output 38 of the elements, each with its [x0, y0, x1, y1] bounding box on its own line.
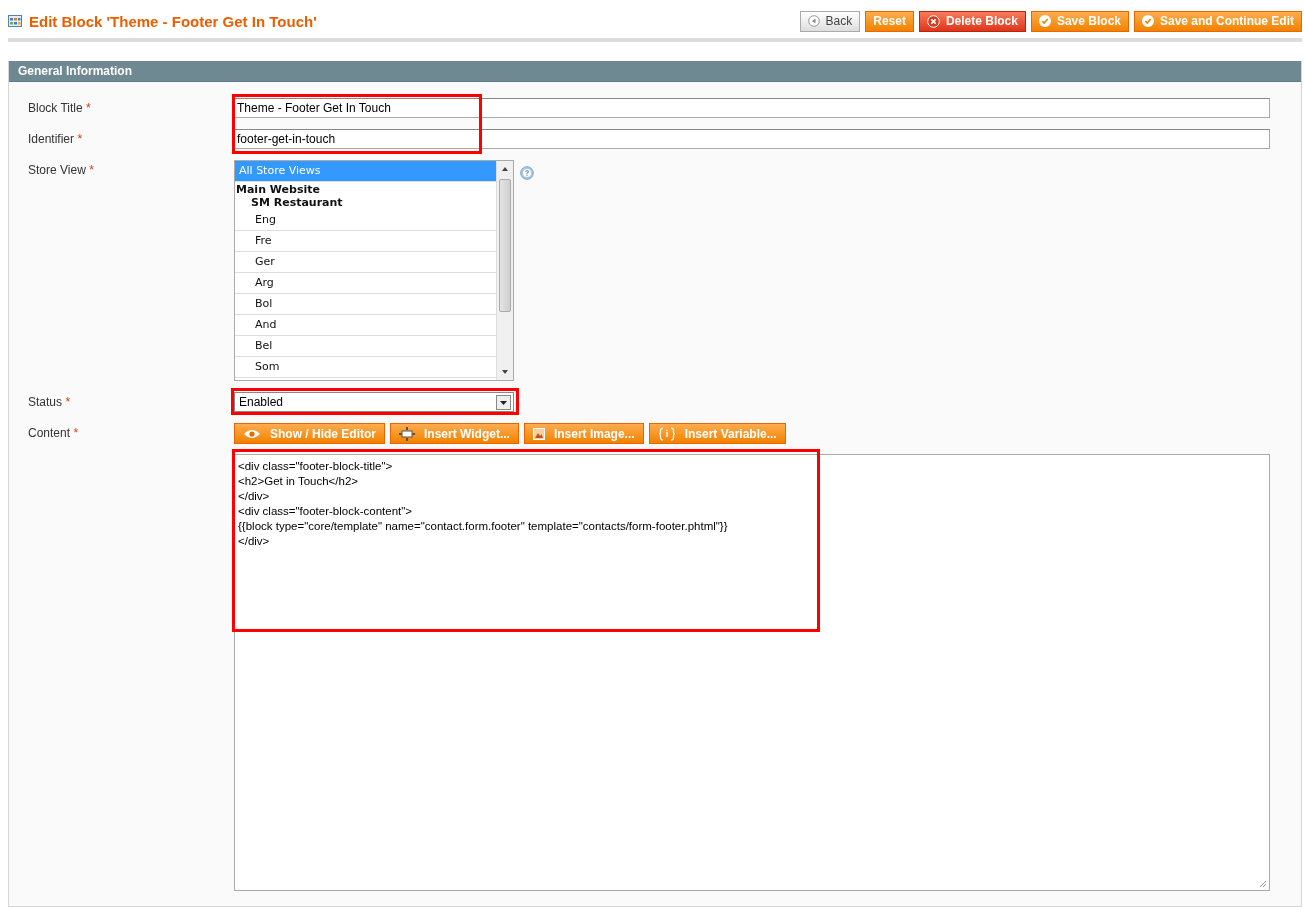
- store-view-option[interactable]: Bol: [235, 294, 496, 315]
- grid-icon: [8, 15, 22, 27]
- scrollbar[interactable]: [496, 161, 513, 380]
- field-label: Identifier: [28, 132, 75, 146]
- checkmark-icon: [1038, 15, 1051, 27]
- required-mark: *: [89, 163, 94, 177]
- store-view-option[interactable]: Som: [235, 357, 496, 378]
- cross-icon: [926, 14, 940, 28]
- store-view-option[interactable]: Arg: [235, 273, 496, 294]
- resize-grip-icon: [1259, 880, 1267, 888]
- field-label: Status: [28, 395, 63, 409]
- store-view-option[interactable]: And: [235, 315, 496, 336]
- required-mark: *: [77, 132, 83, 146]
- action-button[interactable]: Back: [799, 10, 861, 32]
- field-label: Store View: [28, 163, 86, 177]
- store-view-option[interactable]: Eng: [235, 210, 496, 231]
- store-view-option[interactable]: Main Website: [235, 182, 496, 196]
- image-icon: [532, 427, 545, 440]
- section-header: General Information: [9, 61, 1301, 82]
- eye-icon: [243, 428, 261, 439]
- store-view-option[interactable]: Ger: [235, 252, 496, 273]
- required-mark: *: [86, 101, 91, 115]
- checkmark-icon: [1142, 15, 1154, 27]
- identifier-field[interactable]: footer-get-in-touch: [234, 129, 1270, 149]
- store-view-option[interactable]: SM Restaurant: [235, 196, 496, 210]
- required-mark: *: [65, 395, 71, 409]
- field-label: Content: [28, 426, 71, 440]
- content-textarea[interactable]: <div class="footer-block-title"> <h2>Get in Touch</h2> </div> <div class="footer-block-content"> {{block type="core/template" name="contact.form.footer" template="contacts/form-footer.phtml"}} </div>: [234, 454, 1270, 891]
- store-view-list[interactable]: All Store Views Main Website SM Restaurant Eng Fre Ger Arg Bol And Bel Som: [234, 160, 514, 381]
- store-view-option[interactable]: Bel: [235, 336, 496, 357]
- braces-icon: [657, 426, 676, 441]
- widget-icon: [399, 426, 415, 441]
- field-label: Block Title: [28, 101, 83, 115]
- required-mark: *: [73, 426, 79, 440]
- block-title-field[interactable]: Theme - Footer Get In Touch: [234, 98, 1270, 118]
- store-view-option[interactable]: Fre: [235, 231, 496, 252]
- status-select[interactable]: Enabled: [234, 392, 514, 412]
- page-title: Edit Block 'Theme - Footer Get In Touch': [29, 12, 317, 30]
